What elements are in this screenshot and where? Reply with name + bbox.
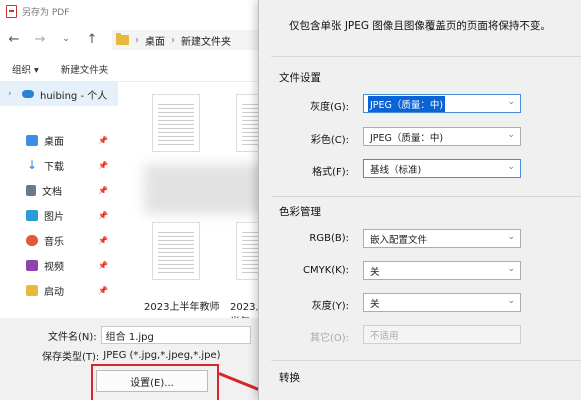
filename-label: 文件名(N):	[48, 331, 97, 343]
organize-menu[interactable]: 组织 ▾	[12, 62, 39, 76]
sidebar-item-label: 桌面	[44, 137, 64, 148]
sidebar-item-cloud[interactable]: › huibing - 个人	[0, 82, 118, 106]
file-thumbnail[interactable]	[152, 222, 200, 280]
file-settings-title: 文件设置	[279, 72, 321, 84]
other-value: 不适用	[370, 330, 399, 342]
chevron-right-icon[interactable]: ›	[8, 89, 16, 99]
breadcrumb-separator-icon: ›	[171, 34, 175, 46]
format-value: 基线（标准)	[370, 164, 422, 176]
chevron-down-icon: ⌄	[507, 130, 515, 140]
forward-arrow-icon[interactable]: →	[32, 31, 48, 47]
address-bar[interactable]: › 桌面 › 新建文件夹	[112, 30, 272, 50]
gray-profile-select[interactable]: 关 ⌄	[363, 293, 521, 312]
chevron-down-icon: ⌄	[507, 97, 515, 107]
grayscale-label: 灰度(G):	[310, 102, 349, 113]
divider	[271, 360, 581, 361]
pin-icon[interactable]: 📌	[98, 161, 108, 170]
pdf-icon	[6, 4, 17, 18]
breadcrumb-new-folder[interactable]: 新建文件夹	[181, 33, 231, 48]
pin-icon[interactable]: 📌	[98, 286, 108, 295]
save-options-area: 文件名(N): 组合 1.jpg 保存类型(T): JPEG (*.jpg,*.…	[0, 318, 270, 400]
grayscale-value: JPEG（质量：中)	[368, 95, 446, 112]
pin-icon[interactable]: 📌	[98, 261, 108, 270]
sidebar-item-label: 文档	[42, 187, 62, 198]
cloud-icon	[22, 90, 34, 98]
pin-icon[interactable]: 📌	[98, 136, 108, 145]
chevron-down-icon: ⌄	[507, 264, 515, 274]
breadcrumb-separator-icon: ›	[135, 34, 139, 46]
file-name-label[interactable]: 2023上半年教师	[144, 298, 219, 313]
folder-icon	[116, 33, 129, 45]
grayscale-select[interactable]: JPEG（质量：中) ⌄	[363, 94, 521, 113]
pin-icon[interactable]: 📌	[98, 186, 108, 195]
divider	[271, 196, 581, 197]
chevron-down-icon: ⌄	[507, 232, 515, 242]
convert-title: 转换	[279, 372, 300, 384]
sidebar-item-pictures[interactable]: 图片 📌	[0, 203, 118, 228]
sidebar-item-documents[interactable]: 文档 📌	[0, 178, 118, 203]
sidebar-item-label: huibing - 个人	[40, 90, 108, 102]
folder-icon	[26, 285, 38, 296]
up-arrow-icon[interactable]: ↑	[84, 31, 100, 47]
sidebar-item-label: 图片	[44, 212, 64, 223]
recent-chevron-icon[interactable]: ⌄	[58, 31, 74, 47]
cmyk-label: CMYK(K):	[302, 265, 349, 276]
pin-icon[interactable]: 📌	[98, 236, 108, 245]
format-select[interactable]: 基线（标准) ⌄	[363, 159, 521, 178]
filetype-select[interactable]: JPEG (*.jpg,*.jpeg,*.jpe)	[103, 350, 220, 361]
download-icon: ↓	[26, 158, 38, 172]
format-label: 格式(F):	[312, 167, 349, 178]
rgb-value: 嵌入配置文件	[370, 234, 428, 246]
blurred-filenames	[144, 164, 274, 214]
gray-profile-label: 灰度(Y):	[311, 301, 349, 312]
sidebar-item-desktop[interactable]: 桌面 📌	[0, 128, 118, 153]
back-arrow-icon[interactable]: ←	[6, 31, 22, 47]
sidebar-item-label: 下载	[44, 162, 64, 173]
title-bar: 另存为 PDF	[0, 0, 270, 22]
color-value: JPEG（质量：中)	[370, 132, 444, 144]
filetype-row: 保存类型(T): JPEG (*.jpg,*.jpeg,*.jpe)	[42, 348, 221, 363]
file-thumbnail[interactable]	[152, 94, 200, 152]
chevron-down-icon: ⌄	[507, 296, 515, 306]
dialog-title: 另存为 PDF	[22, 7, 70, 18]
sidebar-item-label: 启动	[44, 287, 64, 298]
breadcrumb-desktop[interactable]: 桌面	[145, 33, 165, 48]
command-bar: 组织 ▾ 新建文件夹	[0, 56, 270, 82]
other-label: 其它(O):	[309, 333, 349, 344]
intro-text: 仅包含单张 JPEG 图像且图像覆盖页的页面将保持不变。	[289, 20, 551, 32]
document-icon	[26, 185, 36, 196]
other-select: 不适用	[363, 325, 521, 344]
cmyk-value: 关	[370, 266, 380, 278]
gray-profile-value: 关	[370, 298, 380, 310]
video-icon	[26, 260, 38, 271]
new-folder-button[interactable]: 新建文件夹	[61, 62, 109, 76]
filename-row: 文件名(N): 组合 1.jpg	[48, 326, 251, 344]
save-as-dialog: 另存为 PDF ← → ⌄ ↑ › 桌面 › 新建文件夹 组织 ▾ 新建文件夹 …	[0, 0, 284, 400]
music-icon	[26, 235, 38, 246]
desktop-icon	[26, 135, 38, 146]
color-label: 彩色(C):	[310, 135, 349, 146]
sidebar-item-label: 音乐	[44, 237, 64, 248]
rgb-select[interactable]: 嵌入配置文件 ⌄	[363, 229, 521, 248]
filename-input[interactable]: 组合 1.jpg	[100, 326, 251, 344]
chevron-down-icon: ⌄	[507, 162, 515, 172]
cmyk-select[interactable]: 关 ⌄	[363, 261, 521, 280]
rgb-label: RGB(B):	[309, 233, 349, 244]
highlight-frame	[91, 364, 219, 400]
color-select[interactable]: JPEG（质量：中) ⌄	[363, 127, 521, 146]
sidebar-item-music[interactable]: 音乐 📌	[0, 228, 118, 253]
jpeg-settings-panel: 仅包含单张 JPEG 图像且图像覆盖页的页面将保持不变。 文件设置 灰度(G):…	[258, 0, 581, 400]
sidebar-item-downloads[interactable]: ↓ 下载 📌	[0, 153, 118, 178]
filetype-label: 保存类型(T):	[42, 352, 100, 363]
sidebar-item-label: 视频	[44, 262, 64, 273]
navigation-sidebar: › huibing - 个人 桌面 📌 ↓ 下载 📌 文档 📌 图片 📌 音乐	[0, 82, 118, 318]
picture-icon	[26, 210, 38, 221]
pin-icon[interactable]: 📌	[98, 211, 108, 220]
sidebar-item-startup[interactable]: 启动 📌	[0, 278, 118, 303]
file-list: 2023上半年教师 2023上半年	[124, 82, 284, 328]
sidebar-item-videos[interactable]: 视频 📌	[0, 253, 118, 278]
color-management-title: 色彩管理	[279, 206, 321, 218]
divider	[271, 56, 581, 57]
